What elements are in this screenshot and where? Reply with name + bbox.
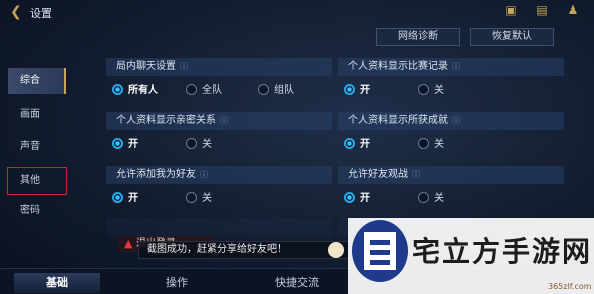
info-icon: ⓘ [452,116,460,125]
page-title: 设置 [30,7,52,20]
allow-friend-title: 允许添加我为好友 [116,169,196,180]
radio-icon [344,191,355,203]
warning-icon: ▲ [124,237,133,250]
network-diagnosis-button[interactable]: 网络诊断 [376,28,460,46]
watermark-logo [370,240,390,245]
info-icon: ⓘ [220,116,228,125]
show-intimacy-title: 个人资料显示亲密关系 [116,115,216,126]
radio-icon [112,137,123,149]
hidden-setting-header [106,218,332,236]
watermark-logo [370,260,390,265]
tab-quick-chat[interactable]: 快捷交流 [254,273,340,293]
allow-watch-header: 允许好友观战 ⓘ [338,166,564,184]
sidebar: 综合 画面 声音 其他 密码 [0,64,70,234]
radio-icon [112,191,123,203]
watermark-url: 365zlf.com [548,282,592,291]
reset-default-button[interactable]: 恢复默认 [470,28,554,46]
show-achievements-on[interactable]: 开 [344,137,370,152]
chat-option-party[interactable]: 组队 [258,83,294,98]
show-achievements-off[interactable]: 关 [418,137,444,152]
info-icon: ⓘ [412,170,420,179]
radio-icon [112,83,123,95]
chat-setting-title: 局内聊天设置 [116,61,176,72]
info-icon: ⓘ [200,170,208,179]
tab-basic[interactable]: 基础 [14,273,100,293]
info-icon: ⓘ [452,62,460,71]
watermark-text: 宅立方手游网 [412,235,593,268]
sidebar-item-other[interactable]: 其他 [7,167,67,195]
friends-icon[interactable]: ♟ [565,2,581,18]
radio-icon [258,83,269,95]
radio-icon [344,83,355,95]
radio-icon [344,137,355,149]
allow-friend-on[interactable]: 开 [112,191,138,206]
sidebar-item-password[interactable]: 密码 [8,198,66,224]
watermark-logo [370,250,390,255]
radio-icon [186,137,197,149]
chat-setting-header: 局内聊天设置 ⓘ [106,58,332,76]
chat-option-team[interactable]: 全队 [186,83,222,98]
allow-watch-on[interactable]: 开 [344,191,370,206]
back-icon[interactable]: ❮ [10,4,24,20]
radio-icon [186,191,197,203]
show-record-on[interactable]: 开 [344,83,370,98]
show-achievements-header: 个人资料显示所获成就 ⓘ [338,112,564,130]
radio-icon [186,83,197,95]
allow-friend-off[interactable]: 关 [186,191,212,206]
sidebar-item-general[interactable]: 综合 [8,68,66,94]
avatar [328,242,344,258]
show-intimacy-off[interactable]: 关 [186,137,212,152]
allow-friend-header: 允许添加我为好友 ⓘ [106,166,332,184]
sidebar-item-graphics[interactable]: 画面 [8,102,66,128]
show-record-title: 个人资料显示比赛记录 [348,61,448,72]
show-achievements-title: 个人资料显示所获成就 [348,115,448,126]
show-record-header: 个人资料显示比赛记录 ⓘ [338,58,564,76]
allow-watch-title: 允许好友观战 [348,169,408,180]
tab-operation[interactable]: 操作 [134,273,220,293]
radio-icon [418,191,429,203]
radio-icon [418,83,429,95]
sidebar-item-sound[interactable]: 声音 [8,134,66,160]
screenshot-toast: 截图成功，赶紧分享给好友吧！ [138,241,350,259]
info-icon: ⓘ [180,62,188,71]
show-intimacy-on[interactable]: 开 [112,137,138,152]
radio-icon [418,137,429,149]
clipboard-icon[interactable]: ▣ [503,2,519,18]
show-record-off[interactable]: 关 [418,83,444,98]
show-intimacy-header: 个人资料显示亲密关系 ⓘ [106,112,332,130]
chat-option-all[interactable]: 所有人 [112,83,158,98]
allow-watch-off[interactable]: 关 [418,191,444,206]
chat-icon[interactable]: ▤ [534,2,550,18]
